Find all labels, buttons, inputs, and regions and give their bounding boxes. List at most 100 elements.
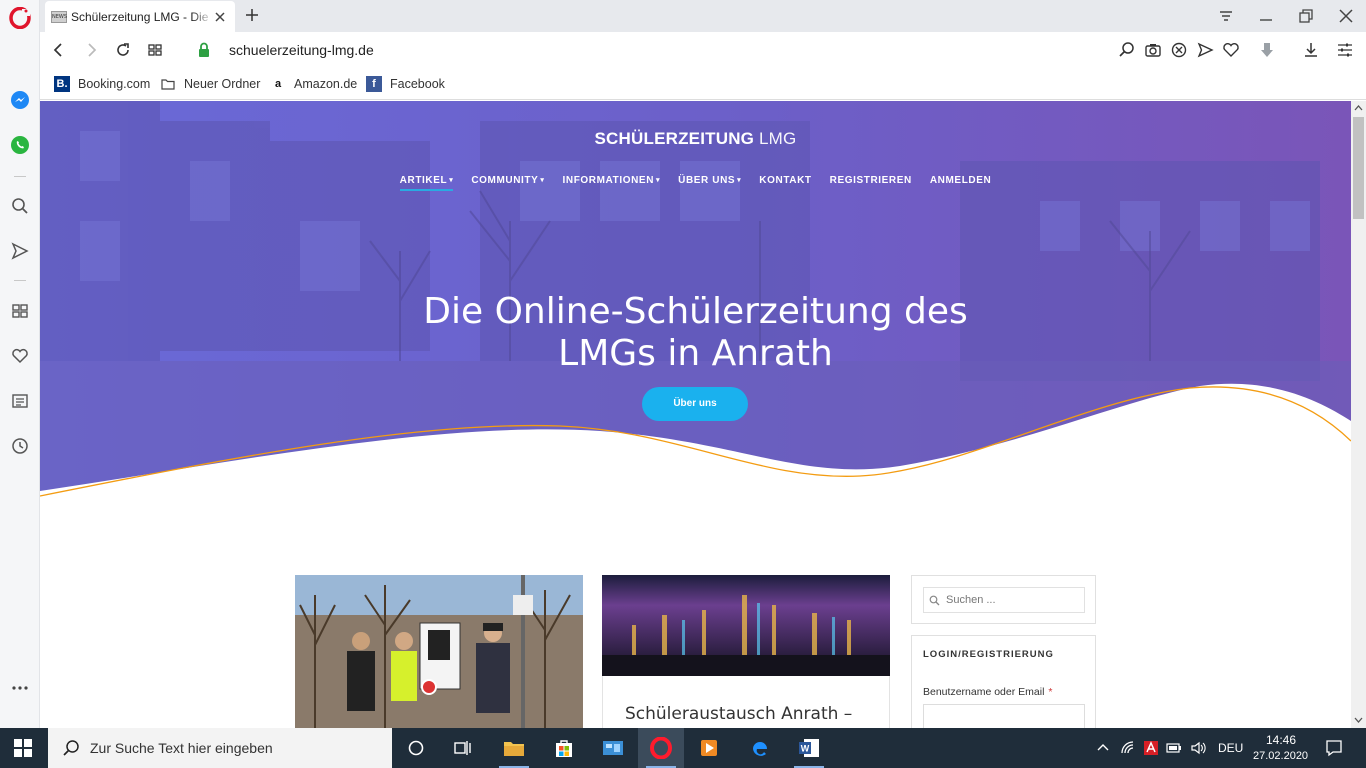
svg-text:W: W bbox=[801, 744, 810, 754]
news-icon[interactable] bbox=[8, 389, 32, 413]
edge-icon[interactable] bbox=[737, 728, 783, 768]
battery-icon[interactable] bbox=[1166, 740, 1182, 756]
tab-active[interactable]: NEWS Schülerzeitung LMG - Die Online-Sch… bbox=[45, 1, 235, 32]
close-window-icon[interactable] bbox=[1338, 8, 1354, 24]
scrollbar-thumb[interactable] bbox=[1353, 117, 1364, 219]
about-us-button[interactable]: Über uns bbox=[642, 387, 748, 421]
send-icon[interactable] bbox=[8, 239, 32, 263]
search-input[interactable]: Suchen ... bbox=[923, 587, 1085, 613]
wifi-icon[interactable] bbox=[1120, 740, 1136, 756]
zoom-search-icon[interactable] bbox=[1118, 41, 1136, 59]
page-scrollbar[interactable] bbox=[1351, 101, 1366, 728]
share-send-icon[interactable] bbox=[1196, 41, 1214, 59]
back-icon[interactable] bbox=[50, 41, 68, 59]
heart-icon[interactable] bbox=[8, 344, 32, 368]
nav-label: ARTIKEL bbox=[399, 175, 448, 186]
tab-menu-icon[interactable] bbox=[1218, 8, 1234, 24]
messenger-icon[interactable] bbox=[8, 88, 32, 112]
nav-kontakt[interactable]: KONTAKT bbox=[759, 175, 811, 190]
browser-sidebar bbox=[0, 0, 40, 728]
more-icon[interactable] bbox=[8, 676, 32, 700]
nav-ueber-uns[interactable]: ÜBER UNS ▾ bbox=[678, 175, 741, 190]
article-image-2[interactable] bbox=[602, 575, 890, 676]
start-button[interactable] bbox=[0, 728, 46, 768]
task-view-icon[interactable] bbox=[440, 728, 486, 768]
input-language[interactable]: DEU bbox=[1218, 741, 1243, 755]
minimize-icon[interactable] bbox=[1258, 8, 1274, 24]
site-title-thin: LMG bbox=[759, 129, 797, 148]
lock-icon[interactable] bbox=[195, 41, 213, 59]
bookmark-folder[interactable]: Neuer Ordner bbox=[160, 75, 260, 93]
nav-label: ANMELDEN bbox=[929, 175, 992, 186]
bookmark-booking[interactable]: B. Booking.com bbox=[54, 75, 150, 93]
volume-icon[interactable] bbox=[1190, 740, 1206, 756]
clock-time[interactable]: 14:46 bbox=[1266, 733, 1296, 747]
nav-community[interactable]: COMMUNITY ▾ bbox=[471, 175, 544, 190]
restore-icon[interactable] bbox=[1298, 8, 1314, 24]
bookmark-heart-icon[interactable] bbox=[1222, 41, 1240, 59]
username-label-text: Benutzername oder Email bbox=[923, 686, 1045, 698]
adblock-icon[interactable] bbox=[1170, 41, 1188, 59]
tab-favicon-icon: NEWS bbox=[51, 10, 67, 23]
reload-icon[interactable] bbox=[114, 41, 132, 59]
sidebar-divider bbox=[14, 280, 26, 281]
search-icon[interactable] bbox=[8, 194, 32, 218]
control-panel-icon[interactable] bbox=[590, 728, 636, 768]
forward-icon[interactable] bbox=[82, 41, 100, 59]
article-title-2[interactable]: Schüleraustausch Anrath – bbox=[625, 704, 852, 724]
hero-section: SCHÜLERZEITUNG LMG ARTIKEL ▾ COMMUNITY ▾ I… bbox=[40, 101, 1351, 501]
opera-logo-icon[interactable] bbox=[8, 6, 32, 30]
taskbar-search-text: Zur Suche Text hier eingeben bbox=[90, 740, 273, 756]
hero-headline: Die Online-Schülerzeitung des LMGs in An… bbox=[40, 291, 1351, 375]
speed-dial-icon[interactable] bbox=[8, 299, 32, 323]
tabs-overview-icon[interactable] bbox=[146, 41, 164, 59]
amazon-icon: a bbox=[274, 78, 282, 90]
nav-registrieren[interactable]: REGISTRIEREN bbox=[830, 175, 912, 190]
download-arrow-icon[interactable] bbox=[1258, 41, 1276, 59]
nav-anmelden[interactable]: ANMELDEN bbox=[930, 175, 991, 190]
file-explorer-icon[interactable] bbox=[491, 728, 537, 768]
search-icon bbox=[929, 595, 940, 606]
scroll-down-icon[interactable] bbox=[1354, 717, 1363, 723]
article-image-1[interactable] bbox=[295, 575, 583, 728]
close-tab-icon[interactable] bbox=[213, 10, 227, 24]
bookmark-label: Booking.com bbox=[78, 77, 151, 91]
sidebar-divider bbox=[14, 176, 26, 177]
nav-informationen[interactable]: INFORMATIONEN ▾ bbox=[563, 175, 661, 190]
whatsapp-icon[interactable] bbox=[8, 133, 32, 157]
scroll-up-icon[interactable] bbox=[1354, 105, 1363, 111]
opera-taskbar-icon[interactable] bbox=[638, 728, 684, 768]
chevron-up-icon[interactable] bbox=[1095, 740, 1111, 756]
main-navigation: ARTIKEL ▾ COMMUNITY ▾ INFORMATIONEN ▾ ÜBER … bbox=[40, 175, 1351, 191]
search-widget: Suchen ... bbox=[911, 575, 1096, 624]
facebook-icon: f bbox=[366, 76, 382, 92]
nav-artikel[interactable]: ARTIKEL ▾ bbox=[399, 175, 454, 191]
notifications-icon[interactable] bbox=[1325, 739, 1343, 757]
media-player-icon[interactable] bbox=[686, 728, 732, 768]
store-icon[interactable] bbox=[541, 728, 587, 768]
camera-icon[interactable] bbox=[1144, 41, 1162, 59]
caret-down-icon: ▾ bbox=[449, 177, 454, 184]
antivirus-icon[interactable] bbox=[1143, 740, 1159, 756]
word-icon[interactable]: W bbox=[786, 728, 832, 768]
taskbar-search[interactable]: Zur Suche Text hier eingeben bbox=[48, 728, 392, 768]
article-card-2[interactable]: Schüleraustausch Anrath – bbox=[602, 676, 890, 728]
downloads-icon[interactable] bbox=[1302, 41, 1320, 59]
bookmark-amazon[interactable]: a Amazon.de bbox=[270, 75, 357, 93]
search-icon bbox=[63, 740, 79, 756]
new-tab-icon[interactable] bbox=[244, 7, 260, 23]
username-input[interactable] bbox=[923, 704, 1085, 728]
folder-icon bbox=[160, 76, 176, 92]
clock-date[interactable]: 27.02.2020 bbox=[1253, 750, 1308, 762]
nav-label: KONTAKT bbox=[759, 175, 812, 186]
nav-label: REGISTRIEREN bbox=[829, 175, 912, 186]
history-icon[interactable] bbox=[8, 434, 32, 458]
url-field[interactable]: schuelerzeitung-lmg.de bbox=[229, 42, 374, 58]
nav-label: COMMUNITY bbox=[471, 175, 539, 186]
easy-setup-icon[interactable] bbox=[1336, 41, 1354, 59]
cortana-icon[interactable] bbox=[393, 728, 439, 768]
bookmark-facebook[interactable]: f Facebook bbox=[366, 75, 445, 93]
hero-headline-line1: Die Online-Schülerzeitung des bbox=[423, 291, 968, 332]
caret-down-icon: ▾ bbox=[540, 177, 545, 184]
site-title[interactable]: SCHÜLERZEITUNG LMG bbox=[40, 129, 1351, 149]
